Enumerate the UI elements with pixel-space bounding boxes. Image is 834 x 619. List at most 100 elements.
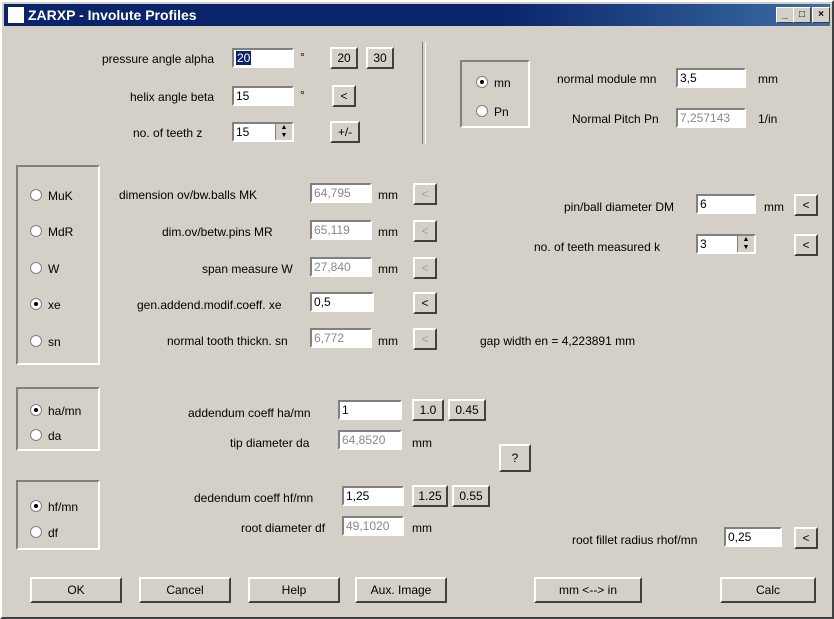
xe-label: gen.addend.modif.coeff. xe	[137, 298, 282, 312]
normal-pitch-unit: 1/in	[758, 112, 778, 126]
dedendum-0-55-button[interactable]: 0.55	[452, 485, 490, 507]
minimize-button[interactable]: _	[776, 7, 794, 23]
mr-set-button[interactable]: <	[413, 220, 437, 242]
pin-diameter-label: pin/ball diameter DM	[564, 200, 675, 214]
radio-sn[interactable]: sn	[30, 335, 61, 349]
spinner-arrows-icon[interactable]: ▲ ▼	[737, 236, 754, 252]
pin-diameter-unit: mm	[764, 200, 784, 214]
dedendum-1-25-button[interactable]: 1.25	[412, 485, 448, 507]
xe-input[interactable]: 0,5	[310, 292, 374, 312]
spinner-arrows-icon[interactable]: ▲ ▼	[275, 124, 292, 140]
pressure-20-button[interactable]: 20	[330, 47, 358, 69]
radio-icon	[30, 335, 42, 347]
mr-label: dim.ov/betw.pins MR	[162, 225, 273, 239]
root-diameter-unit: mm	[412, 521, 432, 535]
sign-toggle-button[interactable]: +/-	[330, 121, 360, 143]
span-label: span measure W	[202, 262, 293, 276]
dedendum-input[interactable]: 1,25	[342, 486, 404, 506]
radio-icon	[476, 105, 488, 117]
radio-icon	[30, 429, 42, 441]
gap-width-text: gap width en = 4,223891 mm	[480, 334, 636, 348]
mk-label: dimension ov/bw.balls MK	[119, 188, 258, 202]
addendum-input[interactable]: 1	[338, 400, 402, 420]
radio-selected-icon	[30, 404, 42, 416]
pressure-30-button[interactable]: 30	[366, 47, 394, 69]
window-title: ZARXP - Involute Profiles	[28, 7, 197, 23]
root-diameter-label: root diameter df	[241, 521, 326, 535]
addendum-label: addendum coeff ha/mn	[188, 406, 311, 420]
teeth-measured-spinner[interactable]: 3 ▲ ▼	[696, 234, 756, 254]
addendum-0-45-button[interactable]: 0.45	[448, 399, 486, 421]
maximize-button[interactable]: □	[793, 7, 811, 23]
radio-xe[interactable]: xe	[30, 298, 61, 312]
helix-set-button[interactable]: <	[332, 85, 356, 107]
root-diameter-field: 49,1020	[342, 516, 404, 536]
cancel-button[interactable]: Cancel	[139, 577, 231, 603]
radio-pn[interactable]: Pn	[476, 105, 509, 119]
mr-field: 65,119	[310, 220, 372, 240]
teeth-spinner[interactable]: 15 ▲ ▼	[232, 122, 294, 142]
teeth-measured-label: no. of teeth measured k	[534, 240, 661, 254]
sn-field: 6,772	[310, 328, 372, 348]
pressure-angle-input[interactable]: 20	[232, 48, 294, 68]
radio-mdr[interactable]: MdR	[30, 225, 73, 239]
pin-set-button[interactable]: <	[794, 194, 818, 216]
root-fillet-set-button[interactable]: <	[794, 527, 818, 549]
addendum-1-0-button[interactable]: 1.0	[412, 399, 444, 421]
sn-label: normal tooth thickn. sn	[167, 334, 288, 348]
radio-icon	[30, 262, 42, 274]
aux-image-button[interactable]: Aux. Image	[355, 577, 447, 603]
span-unit: mm	[378, 262, 398, 276]
mk-set-button[interactable]: <	[413, 183, 437, 205]
close-button[interactable]: ×	[812, 7, 830, 23]
radio-da[interactable]: da	[30, 429, 61, 443]
radio-selected-icon	[476, 76, 488, 88]
help-question-button[interactable]: ?	[499, 444, 531, 472]
normal-module-label: normal module mn	[557, 72, 657, 86]
normal-pitch-label: Normal Pitch Pn	[572, 112, 659, 126]
sn-set-button[interactable]: <	[413, 328, 437, 350]
tip-diameter-label: tip diameter da	[230, 436, 310, 450]
radio-ha-mn[interactable]: ha/mn	[30, 404, 81, 418]
teeth-label: no. of teeth z	[133, 126, 203, 140]
mk-field: 64,795	[310, 183, 372, 203]
title-bar: ZARXP - Involute Profiles _ □ ×	[4, 4, 830, 26]
radio-icon	[30, 526, 42, 538]
helix-angle-label: helix angle beta	[130, 90, 215, 104]
dedendum-label: dedendum coeff hf/mn	[194, 491, 314, 505]
xe-set-button[interactable]: <	[413, 292, 437, 314]
unit-convert-button[interactable]: mm <--> in	[534, 577, 642, 603]
mk-unit: mm	[378, 188, 398, 202]
radio-muk[interactable]: MuK	[30, 189, 73, 203]
radio-icon	[30, 225, 42, 237]
app-icon	[8, 7, 24, 23]
mr-unit: mm	[378, 225, 398, 239]
ok-button[interactable]: OK	[30, 577, 122, 603]
teeth-measured-set-button[interactable]: <	[794, 234, 818, 256]
vertical-separator	[422, 42, 426, 144]
degree-unit: °	[300, 50, 305, 64]
span-field: 27,840	[310, 257, 372, 277]
radio-selected-icon	[30, 500, 42, 512]
radio-df[interactable]: df	[30, 526, 58, 540]
radio-hf-mn[interactable]: hf/mn	[30, 500, 78, 514]
dialog-window: ZARXP - Involute Profiles _ □ × pressure…	[0, 0, 834, 619]
tip-diameter-unit: mm	[412, 436, 432, 450]
root-fillet-label: root fillet radius rhof/mn	[572, 533, 698, 547]
sn-unit: mm	[378, 334, 398, 348]
calc-button[interactable]: Calc	[720, 577, 816, 603]
normal-module-unit: mm	[758, 72, 778, 86]
root-fillet-input[interactable]: 0,25	[724, 527, 782, 547]
help-button[interactable]: Help	[248, 577, 340, 603]
normal-module-input[interactable]: 3,5	[676, 68, 746, 88]
radio-icon	[30, 189, 42, 201]
radio-w[interactable]: W	[30, 262, 59, 276]
helix-angle-input[interactable]: 15	[232, 86, 294, 106]
radio-mn[interactable]: mn	[476, 76, 511, 90]
tip-diameter-field: 64,8520	[338, 430, 402, 450]
normal-pitch-field: 7,257143	[676, 108, 746, 128]
degree-unit-2: °	[300, 88, 305, 102]
pressure-angle-label: pressure angle alpha	[102, 52, 215, 66]
pin-diameter-input[interactable]: 6	[696, 194, 756, 214]
span-set-button[interactable]: <	[413, 257, 437, 279]
